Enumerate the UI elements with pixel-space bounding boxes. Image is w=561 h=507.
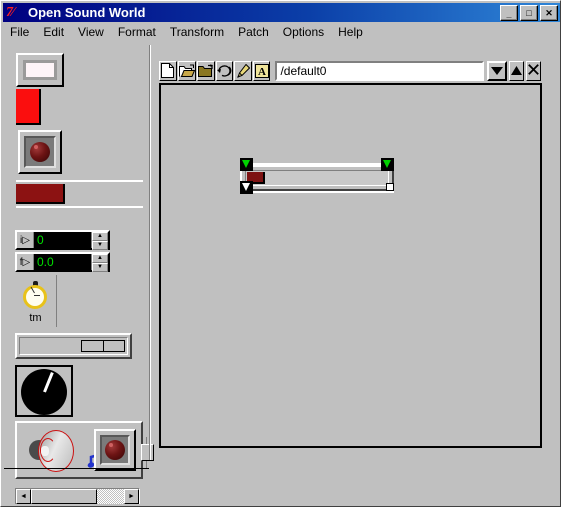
refresh-button[interactable] [215,60,234,81]
slider-thumb[interactable] [16,184,65,204]
slider-resize-handle[interactable] [386,183,394,191]
letter-a-icon: A [254,63,269,78]
scroll-left-icon[interactable]: ◄ [16,489,31,504]
slider-object-track[interactable] [245,170,389,186]
go-up-button[interactable] [509,60,525,81]
scrollbar-thumb[interactable] [31,489,97,504]
sidebar-divider-highlight [150,45,151,460]
minimize-icon: _ [506,9,512,19]
palette-vertical-scroll-thumb[interactable] [141,444,154,461]
toggle-icon [23,60,57,80]
application-window: 7⁄ Open Sound World _ □ ✕ File Edit View… [0,0,561,507]
palette-integer-number-box[interactable]: i▷ 0 ▲ ▼ [15,230,110,250]
svg-text:A: A [258,66,266,78]
open-folder-icon [178,64,195,78]
sidebar-bottom-divider [4,468,149,469]
menu-item-transform[interactable]: Transform [163,24,231,40]
save-patch-button[interactable] [196,60,215,81]
dial-icon [21,369,67,415]
title-bar: 7⁄ Open Sound World _ □ ✕ [3,3,560,22]
menu-item-format[interactable]: Format [111,24,163,40]
pencil-tool-button[interactable] [234,60,252,81]
slider-object[interactable] [236,158,398,194]
window-controls: _ □ ✕ [500,5,558,21]
long-slider-knob[interactable] [81,340,125,352]
menu-item-options[interactable]: Options [276,24,331,40]
int-value[interactable]: 0 [33,232,91,248]
text-tool-button[interactable]: A [252,60,271,81]
palette-horizontal-slider-widget[interactable] [16,180,143,208]
patch-path-combobox[interactable]: /default0 [275,60,485,81]
new-patch-button[interactable] [159,60,177,81]
slider-outlet-0[interactable] [240,181,253,194]
pencil-icon [236,63,250,78]
window-title: Open Sound World [28,5,146,20]
close-x-icon [528,62,539,80]
palette-horizontal-scrollbar[interactable]: ◄ ► [15,488,140,504]
open-patch-button[interactable] [177,60,196,81]
triangle-up-icon [511,62,523,80]
maximize-icon: □ [526,7,532,18]
int-stepper[interactable]: ▲ ▼ [91,232,108,250]
slider-inlet-0[interactable] [240,158,253,171]
patch-canvas[interactable] [159,83,542,448]
menu-item-help[interactable]: Help [331,24,370,40]
palette-bang-widget[interactable] [18,130,62,174]
chevron-down-icon [491,62,504,80]
patch-path-dropdown-button[interactable] [487,60,508,81]
palette-audio-bang-widget[interactable] [94,429,136,471]
slider-object-body[interactable] [240,165,394,191]
selection-line-bottom [240,191,394,193]
float-tag-icon: f▷ [19,256,31,268]
palette-toggle-widget[interactable] [16,53,64,87]
stepper-up-icon[interactable]: ▲ [92,254,108,263]
patch-toolbar: A /default0 [159,59,542,82]
dial-needle [43,371,54,393]
slider-inlet-1[interactable] [381,158,394,171]
patch-path-value: /default0 [280,63,327,78]
close-icon: ✕ [545,7,553,18]
float-value[interactable]: 0.0 [33,254,91,270]
palette-red-bar-widget[interactable] [16,89,41,125]
palette-dial-widget[interactable] [15,365,73,417]
recycle-arrow-icon [216,64,232,78]
stepper-up-icon[interactable]: ▲ [92,232,108,241]
menu-item-file[interactable]: File [3,24,36,40]
stepper-down-icon[interactable]: ▼ [92,263,108,272]
musical-note-icon: 7⁄ [6,4,14,20]
save-folder-icon [197,63,214,78]
new-document-icon [161,63,175,78]
timer-label: tm [29,312,42,324]
close-button[interactable]: ✕ [540,5,558,21]
palette-audio-output-widget[interactable] [15,421,143,479]
stopwatch-icon [23,281,49,309]
int-tag-icon: i▷ [20,234,30,246]
menu-item-view[interactable]: View [71,24,111,40]
widget-palette: i▷ 0 ▲ ▼ f▷ 0.0 ▲ ▼ tm ◄ ► [4,45,145,504]
palette-timer-widget[interactable]: tm [15,275,57,327]
float-stepper[interactable]: ▲ ▼ [91,254,108,272]
menu-item-edit[interactable]: Edit [36,24,71,40]
bang-icon [105,440,125,460]
scroll-right-icon[interactable]: ► [124,489,139,504]
close-patch-button[interactable] [526,60,542,81]
palette-float-number-box[interactable]: f▷ 0.0 ▲ ▼ [15,252,110,272]
menu-bar: File Edit View Format Transform Patch Op… [3,23,560,41]
bang-icon [30,142,50,162]
scrollbar-trough[interactable] [97,489,124,504]
stepper-down-icon[interactable]: ▼ [92,241,108,250]
palette-long-slider-widget[interactable] [15,333,132,359]
maximize-button[interactable]: □ [520,5,538,21]
minimize-button[interactable]: _ [500,5,518,21]
menu-item-patch[interactable]: Patch [231,24,276,40]
